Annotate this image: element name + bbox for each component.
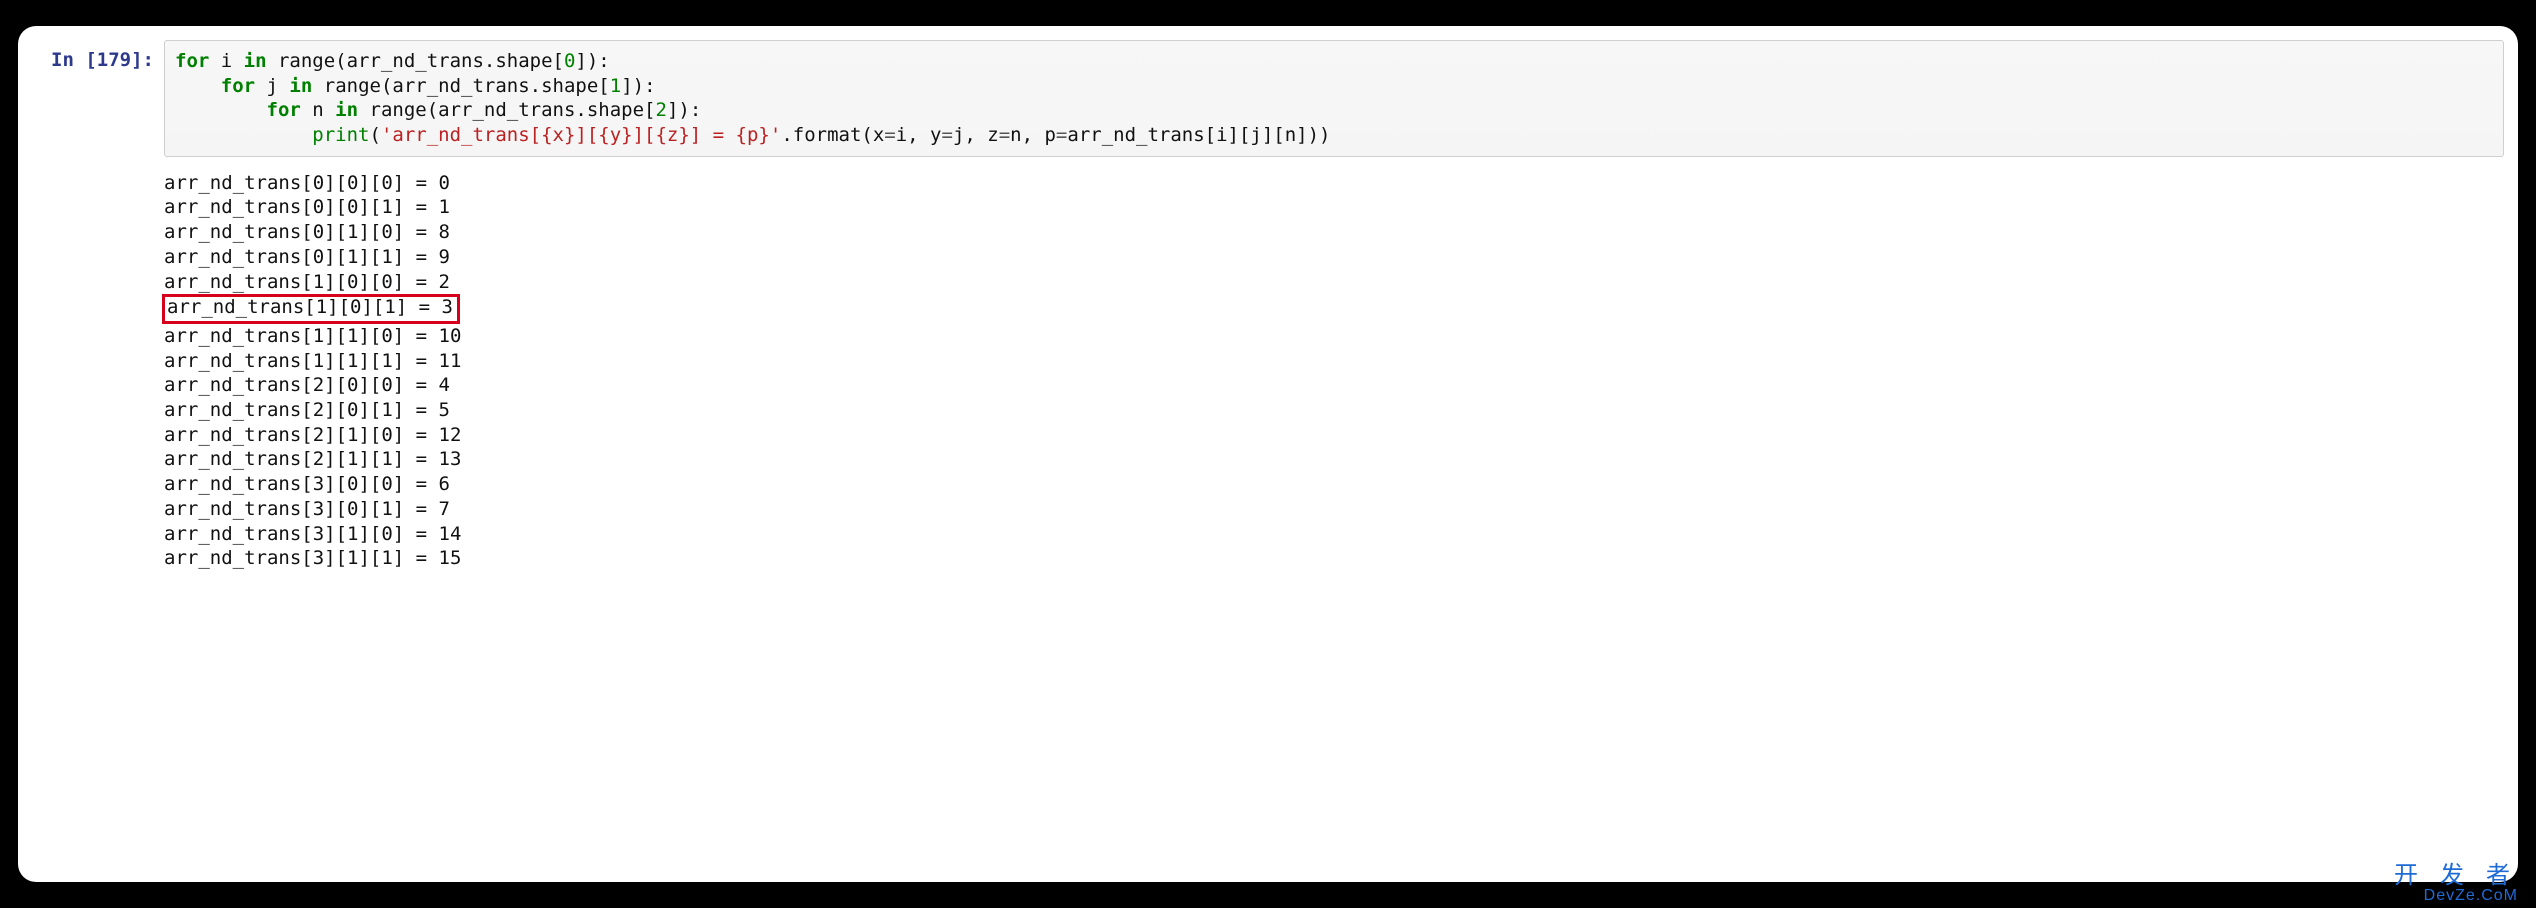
kw-for: for	[267, 99, 301, 121]
code-input[interactable]: for i in range(arr_nd_trans.shape[0]): f…	[164, 40, 2504, 157]
paren-open: (	[369, 124, 380, 146]
range2: range(arr_nd_trans.shape[	[312, 75, 609, 97]
output-line: arr_nd_trans[0][1][0] = 8	[164, 221, 450, 243]
output-line: arr_nd_trans[2][1][1] = 13	[164, 448, 461, 470]
arg-i: i, y	[896, 124, 942, 146]
range3-end: ]):	[667, 99, 701, 121]
kw-for: for	[221, 75, 255, 97]
output-line: arr_nd_trans[3][1][0] = 14	[164, 523, 461, 545]
notebook-cell: In [179]: for i in range(arr_nd_trans.sh…	[18, 26, 2518, 882]
kw-in: in	[289, 75, 312, 97]
output-row: arr_nd_trans[0][0][0] = 0 arr_nd_trans[0…	[32, 171, 2504, 571]
prompt-prefix: In [	[51, 49, 97, 71]
watermark: 开 发 者 DevZe.CoM	[2394, 864, 2518, 904]
range1-end: ]):	[575, 50, 609, 72]
range1: range(arr_nd_trans.shape[	[267, 50, 564, 72]
var-j: j	[255, 75, 289, 97]
indent	[175, 124, 312, 146]
kw-in: in	[244, 50, 267, 72]
arg-n: n, p	[1010, 124, 1056, 146]
stdout-output: arr_nd_trans[0][0][0] = 0 arr_nd_trans[0…	[164, 171, 461, 571]
kw-in: in	[335, 99, 358, 121]
dot-format: .format(x	[781, 124, 884, 146]
num-1: 1	[610, 75, 621, 97]
output-line: arr_nd_trans[1][0][0] = 2	[164, 271, 450, 293]
input-row: In [179]: for i in range(arr_nd_trans.sh…	[32, 40, 2504, 157]
indent	[175, 75, 221, 97]
input-prompt: In [179]:	[32, 40, 164, 73]
output-line: arr_nd_trans[1][1][0] = 10	[164, 325, 461, 347]
eq: =	[884, 124, 895, 146]
output-line: arr_nd_trans[2][0][1] = 5	[164, 399, 450, 421]
num-2: 2	[655, 99, 666, 121]
var-i: i	[209, 50, 243, 72]
highlighted-line: arr_nd_trans[1][0][1] = 3	[162, 294, 460, 324]
output-line: arr_nd_trans[0][0][1] = 1	[164, 196, 450, 218]
eq: =	[1056, 124, 1067, 146]
prompt-number: 179	[97, 49, 131, 71]
eq: =	[941, 124, 952, 146]
output-prompt-spacer	[32, 171, 164, 571]
output-line: arr_nd_trans[1][1][1] = 11	[164, 350, 461, 372]
watermark-en: DevZe.CoM	[2394, 888, 2518, 904]
output-line: arr_nd_trans[2][0][0] = 4	[164, 374, 450, 396]
output-line: arr_nd_trans[0][0][0] = 0	[164, 172, 450, 194]
var-n: n	[301, 99, 335, 121]
watermark-cn: 开 发 者	[2394, 864, 2518, 888]
output-line: arr_nd_trans[3][0][1] = 7	[164, 498, 450, 520]
output-line: arr_nd_trans[2][1][0] = 12	[164, 424, 461, 446]
format-string: 'arr_nd_trans[{x}][{y}][{z}] = {p}'	[381, 124, 781, 146]
output-line: arr_nd_trans[3][0][0] = 6	[164, 473, 450, 495]
indent	[175, 99, 267, 121]
range2-end: ]):	[621, 75, 655, 97]
arg-expr: arr_nd_trans[i][j][n]))	[1067, 124, 1330, 146]
output-line: arr_nd_trans[0][1][1] = 9	[164, 246, 450, 268]
eq: =	[999, 124, 1010, 146]
prompt-suffix: ]:	[131, 49, 154, 71]
num-0: 0	[564, 50, 575, 72]
range3: range(arr_nd_trans.shape[	[358, 99, 655, 121]
arg-j: j, z	[953, 124, 999, 146]
kw-for: for	[175, 50, 209, 72]
fn-print: print	[312, 124, 369, 146]
output-line: arr_nd_trans[3][1][1] = 15	[164, 547, 461, 569]
